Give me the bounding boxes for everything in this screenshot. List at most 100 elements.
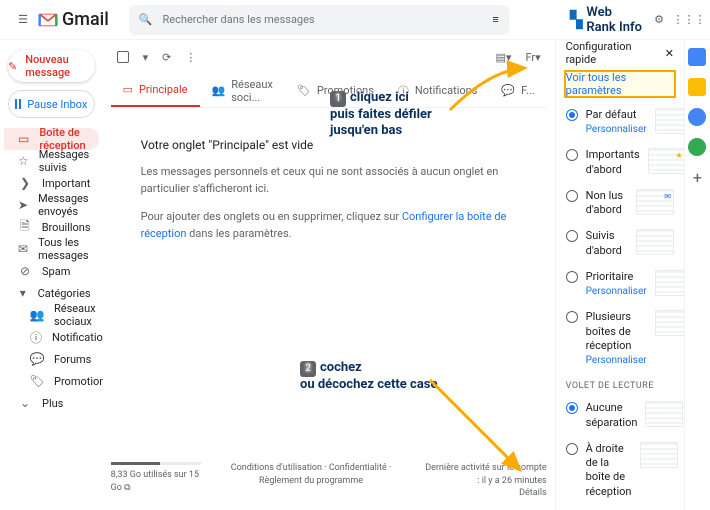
side-panel-rail: + xyxy=(684,40,710,510)
customize-link[interactable]: Personnaliser xyxy=(586,354,647,367)
empty-state: Votre onglet "Principale" est vide Les m… xyxy=(111,108,547,264)
nav-more[interactable]: ⌄Plus xyxy=(4,392,99,414)
nav-notifications[interactable]: ⓘNotifications xyxy=(4,326,99,348)
radio-icon xyxy=(566,402,578,414)
tab-forums[interactable]: 💬F... xyxy=(489,74,546,107)
empty-desc-2: Pour ajouter des onglets ou en supprimer… xyxy=(141,209,517,242)
contacts-icon[interactable] xyxy=(688,138,706,156)
inbox-option-starred[interactable]: Suivis d'abord xyxy=(556,223,684,264)
footer: 8,33 Go utilisés sur 15 Go ⧉ Conditions … xyxy=(111,456,547,510)
layout-thumb xyxy=(655,310,684,336)
inbox-option-priority[interactable]: PrioritairePersonnaliser xyxy=(556,264,684,304)
inbox-icon: ▭ xyxy=(123,83,133,96)
search-options-icon[interactable]: ≡ xyxy=(492,13,498,26)
all-mail-icon: ✉ xyxy=(18,242,28,256)
nav-forums[interactable]: 💬Forums xyxy=(4,348,99,370)
more-actions-icon[interactable]: ⋮ xyxy=(185,51,196,64)
pane-option-none[interactable]: Aucune séparation xyxy=(556,395,684,436)
tab-updates[interactable]: ⓘNotifications xyxy=(386,74,490,107)
search-icon: 🔍 xyxy=(139,13,153,26)
pencil-icon: ✎ xyxy=(8,60,17,73)
sent-icon: ➤ xyxy=(18,198,28,212)
empty-title: Votre onglet "Principale" est vide xyxy=(141,138,517,152)
radio-icon xyxy=(566,311,578,323)
radio-icon xyxy=(566,109,578,121)
layout-thumb xyxy=(655,108,684,134)
inbox-option-unread[interactable]: Non lus d'abord xyxy=(556,183,684,224)
nav-spam[interactable]: ⊘Spam xyxy=(4,260,99,282)
layout-thumb xyxy=(655,270,684,296)
nav-starred[interactable]: ☆Messages suivis xyxy=(4,150,99,172)
input-tools-icon[interactable]: Fr▾ xyxy=(525,51,540,64)
calendar-icon[interactable] xyxy=(688,48,706,66)
nav-all-mail[interactable]: ✉Tous les messages xyxy=(4,238,99,260)
refresh-icon[interactable]: ⟳ xyxy=(162,51,171,64)
nav-inbox[interactable]: ▭Boîte de réception xyxy=(4,128,99,150)
nav-important[interactable]: ❯Important xyxy=(4,172,99,194)
nav-drafts[interactable]: 🗎Brouillons xyxy=(4,216,99,238)
important-icon: ❯ xyxy=(18,176,32,190)
gmail-icon xyxy=(38,12,58,28)
last-activity: Dernière activité sur le compte : il y a… xyxy=(421,462,546,487)
hamburger-menu[interactable]: ☰ xyxy=(8,5,38,35)
inbox-option-multiple[interactable]: Plusieurs boîtes de réceptionPersonnalis… xyxy=(556,304,684,373)
select-dropdown[interactable]: ▾ xyxy=(143,51,149,64)
bell-icon: ⓘ xyxy=(30,329,42,346)
inbox-icon: ▭ xyxy=(18,132,29,146)
tasks-icon[interactable] xyxy=(688,108,706,126)
search-input[interactable] xyxy=(163,13,483,26)
customize-link[interactable]: Personnaliser xyxy=(586,123,647,136)
tag-icon: 🏷 xyxy=(30,374,44,388)
nav-categories[interactable]: ▾Catégories xyxy=(4,282,99,304)
layout-thumb xyxy=(648,148,684,174)
see-all-settings-button[interactable]: Voir tous les paramètres xyxy=(564,70,676,98)
footer-terms[interactable]: Conditions d'utilisation · Confidentiali… xyxy=(225,462,398,487)
apps-grid-icon[interactable]: ⋮⋮⋮ xyxy=(676,7,702,33)
keep-icon[interactable] xyxy=(688,78,706,96)
compose-button[interactable]: ✎ Nouveau message xyxy=(8,50,95,82)
storage-bar xyxy=(111,462,201,465)
density-icon[interactable]: ▤▾ xyxy=(496,51,512,64)
radio-icon xyxy=(566,149,578,161)
radio-icon xyxy=(566,190,578,202)
pane-option-below[interactable]: Sous la boîte de réception xyxy=(556,505,684,510)
layout-thumb xyxy=(636,229,674,255)
nav-promotions[interactable]: 🏷Promotions xyxy=(4,370,99,392)
inbox-option-default[interactable]: Par défautPersonnaliser xyxy=(556,102,684,142)
customize-link[interactable]: Personnaliser xyxy=(586,285,647,298)
select-all-checkbox[interactable] xyxy=(117,51,129,63)
categories-icon: ▾ xyxy=(18,286,28,300)
spam-icon: ⊘ xyxy=(18,264,32,278)
inbox-option-important[interactable]: Importants d'abord xyxy=(556,142,684,183)
brand-logo: ▚WebRank Info xyxy=(570,5,642,35)
settings-gear-icon[interactable]: ⚙ xyxy=(646,7,672,33)
search-bar[interactable]: 🔍 ≡ xyxy=(129,5,509,35)
layout-thumb xyxy=(640,442,678,468)
draft-icon: 🗎 xyxy=(18,217,32,238)
gmail-logo[interactable]: Gmail xyxy=(38,9,109,30)
tag-icon: 🏷 xyxy=(297,84,311,97)
tab-primary[interactable]: ▭Principale xyxy=(111,74,200,107)
chevron-down-icon: ⌄ xyxy=(18,396,32,410)
pause-icon xyxy=(15,99,21,109)
radio-icon xyxy=(566,443,578,455)
nav-sent[interactable]: ➤Messages envoyés xyxy=(4,194,99,216)
tab-promotions[interactable]: 🏷Promotions xyxy=(285,74,386,107)
add-extension-icon[interactable]: + xyxy=(693,168,702,187)
radio-icon xyxy=(566,230,578,242)
social-icon: 👥 xyxy=(30,308,44,322)
info-icon: ⓘ xyxy=(398,83,409,99)
pause-inbox-button[interactable]: Pause Inbox xyxy=(8,90,95,118)
nav-social[interactable]: 👥Réseaux sociaux xyxy=(4,304,99,326)
radio-icon xyxy=(566,271,578,283)
layout-thumb xyxy=(636,189,674,215)
close-panel-icon[interactable]: ✕ xyxy=(665,47,674,60)
section-reading-pane: VOLET DE LECTURE xyxy=(556,373,684,395)
details-link[interactable]: Détails xyxy=(421,487,546,500)
main-content: ▾ ⟳ ⋮ ▤▾ Fr▾ ▭Principale 👥Réseaux soci..… xyxy=(103,40,555,510)
tab-social[interactable]: 👥Réseaux soci... xyxy=(200,74,285,107)
sidebar: ✎ Nouveau message Pause Inbox ▭Boîte de … xyxy=(0,40,103,510)
layout-thumb xyxy=(645,401,683,427)
pane-option-right[interactable]: À droite de la boîte de réception xyxy=(556,436,684,505)
external-link-icon[interactable]: ⧉ xyxy=(124,483,130,493)
